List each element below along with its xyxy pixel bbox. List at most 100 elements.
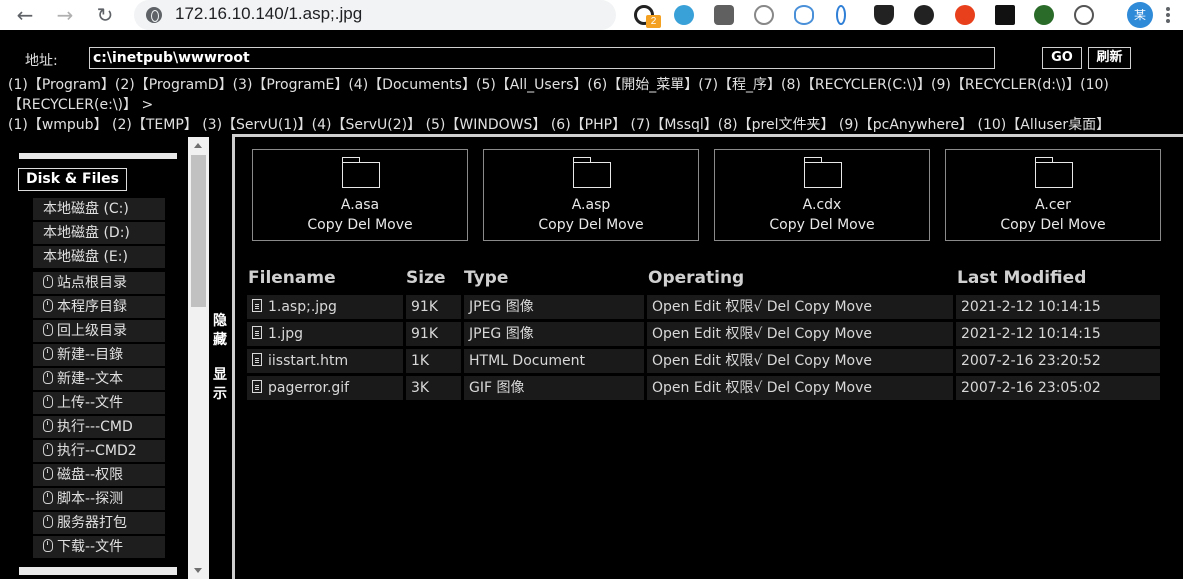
disk-d[interactable]: 本地磁盘 (D:) [33,222,165,244]
folder-card[interactable]: A.cdx Copy Del Move [714,149,930,241]
folder-actions[interactable]: Copy Del Move [715,217,929,233]
extension-icon[interactable] [1074,5,1094,25]
table-cell-size: 3K [406,376,461,400]
table-cell-operations[interactable]: Open Edit 权限√ Del Copy Move [647,376,953,400]
extension-icon[interactable] [995,5,1015,25]
table-cell-type: HTML Document [464,349,644,373]
sidebar-item-label: 服务器打包 [57,515,127,531]
scroll-down-icon[interactable] [188,562,209,579]
sidebar-item-program-dir[interactable]: 本程序目録 [33,296,165,318]
sidebar-item-download[interactable]: 下载--文件 [33,536,165,558]
disk-e[interactable]: 本地磁盘 (E:) [33,246,165,268]
folder-name[interactable]: A.asa [253,197,467,213]
table-cell-type: JPEG 图像 [464,322,644,346]
mouse-icon [43,443,53,456]
menu-icon[interactable] [1166,7,1170,23]
mouse-icon [43,491,53,504]
go-button[interactable]: GO [1042,47,1082,69]
scroll-thumb[interactable] [191,155,206,307]
column-header-last-modified: Last Modified [957,268,1087,288]
quick-path-links[interactable]: (1)【Program】(2)【ProgramD】(3)【ProgramE】(4… [8,74,1109,94]
filename-text[interactable]: pagerror.gif [268,380,349,396]
extension-icon[interactable] [874,5,894,25]
filename-text[interactable]: 1.jpg [268,326,303,342]
table-cell-operations[interactable]: Open Edit 权限√ Del Copy Move [647,322,953,346]
url-text[interactable]: 172.16.10.140/1.asp;.jpg [175,4,362,24]
sidebar-item-label: 执行---CMD [57,419,133,435]
sidebar-item-site-root[interactable]: 站点根目录 [33,272,165,294]
sidebar-item-script-probe[interactable]: 脚本--探测 [33,488,165,510]
hide-sidebar-toggle[interactable]: 隐 藏 [212,312,228,350]
refresh-button[interactable]: 刷新 [1088,47,1131,69]
folder-actions[interactable]: Copy Del Move [946,217,1160,233]
back-icon[interactable]: ← [13,3,37,27]
sidebar-item-server-pack[interactable]: 服务器打包 [33,512,165,534]
sidebar-item-cmd[interactable]: 执行---CMD [33,416,165,438]
sidebar-item-label: 新建--文本 [57,371,124,387]
extension-icon[interactable] [914,5,934,25]
browser-toolbar: ← → ↻ 172.16.10.140/1.asp;.jpg 2 某 [0,0,1183,30]
sidebar-item-disk-perms[interactable]: 磁盘--权限 [33,464,165,486]
table-cell-size: 1K [406,349,461,373]
address-label: 地址: [25,53,58,69]
sidebar-item-upload[interactable]: 上传--文件 [33,392,165,414]
extension-icon[interactable] [754,5,774,25]
table-cell-type: GIF 图像 [464,376,644,400]
column-header-size: Size [406,268,446,288]
scroll-up-icon[interactable] [188,137,209,154]
sidebar-item-label: 本程序目録 [57,299,127,315]
toggle-char: 隐 [213,313,227,329]
folder-actions[interactable]: Copy Del Move [253,217,467,233]
table-cell-modified: 2007-2-16 23:20:52 [956,349,1160,373]
extension-icon[interactable] [836,5,846,25]
column-header-filename: Filename [248,268,336,288]
toggle-char: 示 [213,386,227,402]
folder-card[interactable]: A.asa Copy Del Move [252,149,468,241]
sidebar-scrollbar[interactable] [188,137,209,579]
divider [19,153,177,159]
table-row-filename[interactable]: iisstart.htm [247,349,403,373]
table-row-filename[interactable]: 1.asp;.jpg [247,295,403,319]
mouse-icon [43,371,53,384]
disk-c[interactable]: 本地磁盘 (C:) [33,198,165,220]
filename-text[interactable]: 1.asp;.jpg [268,299,337,315]
extension-icon[interactable] [714,5,734,25]
quick-path-links[interactable]: (1)【wmpub】 (2)【TEMP】 (3)【ServU(1)】(4)【Se… [8,114,1110,134]
table-row-filename[interactable]: pagerror.gif [247,376,403,400]
sidebar-item-cmd2[interactable]: 执行--CMD2 [33,440,165,462]
extension-icon[interactable] [674,5,694,25]
extension-icon[interactable] [955,5,975,25]
folder-name[interactable]: A.cdx [715,197,929,213]
sidebar: Disk & Files 本地磁盘 (C:) 本地磁盘 (D:) 本地磁盘 (E… [0,137,188,579]
table-cell-operations[interactable]: Open Edit 权限√ Del Copy Move [647,295,953,319]
sidebar-item-label: 磁盘--权限 [57,467,124,483]
folder-card[interactable]: A.asp Copy Del Move [483,149,699,241]
sidebar-item-label: 上传--文件 [57,395,124,411]
show-sidebar-toggle[interactable]: 显 示 [212,366,228,404]
quick-path-links[interactable]: 【RECYCLER(e:\)】 > [8,94,153,114]
reload-icon[interactable]: ↻ [93,3,117,27]
sidebar-item-label: 脚本--探测 [57,491,124,507]
table-cell-modified: 2007-2-16 23:05:02 [956,376,1160,400]
forward-icon[interactable]: → [53,3,77,27]
extension-icon[interactable] [1034,5,1054,25]
mouse-icon [43,275,53,288]
table-row-filename[interactable]: 1.jpg [247,322,403,346]
sidebar-item-label: 执行--CMD2 [57,443,137,459]
table-cell-size: 91K [406,295,461,319]
sidebar-item-new-text[interactable]: 新建--文本 [33,368,165,390]
sidebar-item-parent-dir[interactable]: 回上级目录 [33,320,165,342]
folder-actions[interactable]: Copy Del Move [484,217,698,233]
folder-name[interactable]: A.cer [946,197,1160,213]
path-input[interactable] [89,47,995,69]
extension-badge: 2 [646,15,661,28]
profile-avatar[interactable]: 某 [1127,2,1153,28]
extension-icon[interactable] [794,5,814,25]
sidebar-item-new-dir[interactable]: 新建--目錄 [33,344,165,366]
folder-name[interactable]: A.asp [484,197,698,213]
omnibox[interactable]: 172.16.10.140/1.asp;.jpg [134,0,616,30]
table-cell-modified: 2021-2-12 10:14:15 [956,295,1160,319]
folder-card[interactable]: A.cer Copy Del Move [945,149,1161,241]
table-cell-operations[interactable]: Open Edit 权限√ Del Copy Move [647,349,953,373]
filename-text[interactable]: iisstart.htm [268,353,348,369]
